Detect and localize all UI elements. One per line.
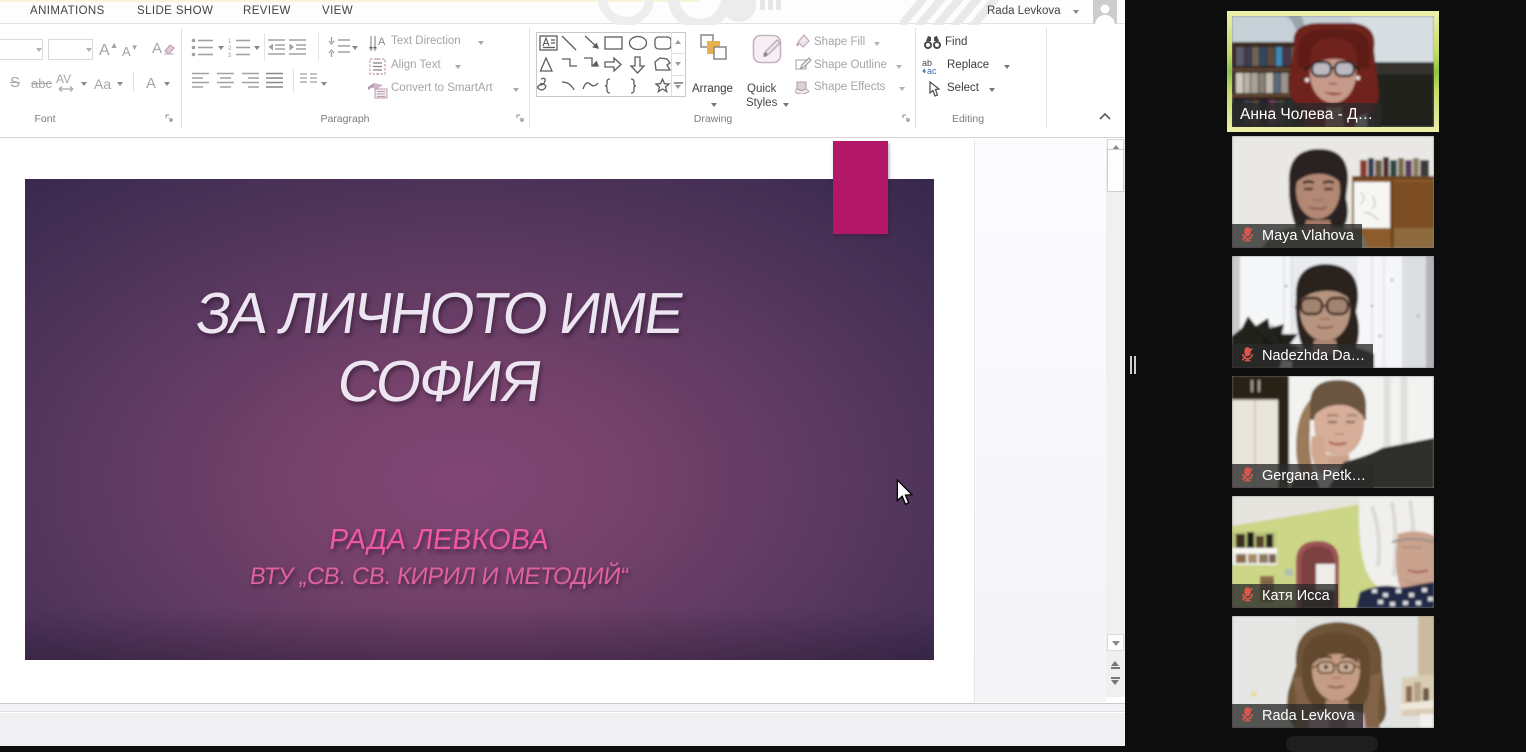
svg-text:A: A <box>378 36 386 48</box>
svg-text:1: 1 <box>228 39 232 45</box>
svg-text:2: 2 <box>228 46 232 52</box>
svg-text:3: 3 <box>228 53 232 57</box>
svg-text:ac: ac <box>927 66 937 74</box>
